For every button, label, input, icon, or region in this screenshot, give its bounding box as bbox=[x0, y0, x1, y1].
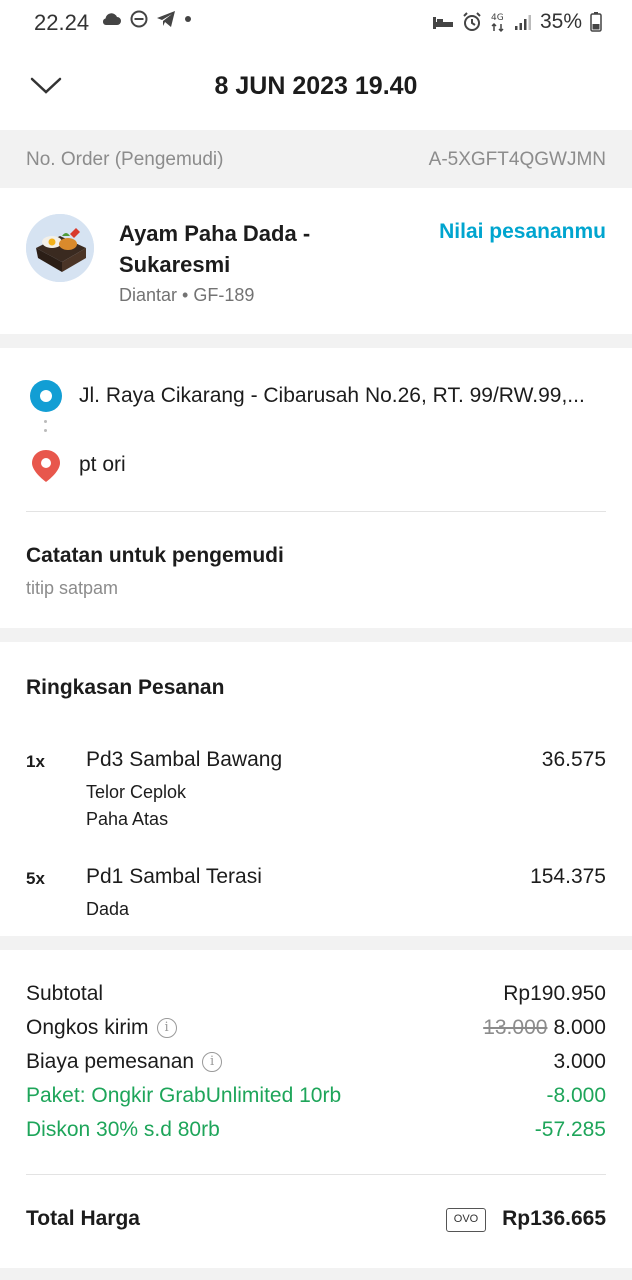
route-card: Jl. Raya Cikarang - Cibarusah No.26, RT.… bbox=[0, 348, 632, 628]
merchant-name: Ayam Paha Dada - Sukaresmi bbox=[119, 221, 311, 277]
driver-note-text: titip satpam bbox=[26, 578, 119, 598]
subtotal-value: Rp190.950 bbox=[503, 982, 606, 1005]
delivery-fee-original: 13.000 bbox=[483, 1016, 548, 1039]
subtotal-label: Subtotal bbox=[26, 982, 104, 1005]
driver-note-title: Catatan untuk pengemudi bbox=[26, 544, 284, 567]
item-name: Pd1 Sambal Terasi bbox=[86, 865, 262, 888]
order-fee-label: Biaya pemesanan bbox=[26, 1050, 195, 1073]
merchant-avatar bbox=[26, 214, 94, 282]
delivery-fee-value-group: 13.000 8.000 bbox=[483, 1016, 606, 1040]
subtotal-row: Subtotal Rp190.950 bbox=[26, 982, 606, 1012]
item-option: Paha Atas bbox=[86, 809, 169, 829]
total-value: Rp136.665 bbox=[502, 1207, 606, 1230]
package-discount-row: Paket: Ongkir GrabUnlimited 10rb -8.000 bbox=[26, 1084, 606, 1114]
battery-icon bbox=[590, 12, 602, 32]
order-fee-value: 3.000 bbox=[553, 1050, 606, 1073]
item-price: 36.575 bbox=[541, 748, 606, 771]
status-left-icons bbox=[100, 10, 192, 28]
pickup-pin-icon bbox=[30, 380, 62, 412]
merchant-card: Ayam Paha Dada - Sukaresmi Diantar • GF-… bbox=[0, 188, 632, 334]
dropoff-address: pt ori bbox=[79, 453, 126, 476]
order-status: Diantar • GF-189 bbox=[119, 285, 255, 305]
package-discount-label: Paket: Ongkir GrabUnlimited 10rb bbox=[26, 1084, 342, 1107]
telegram-icon bbox=[157, 11, 175, 27]
food-box-icon bbox=[26, 214, 94, 282]
mobile-data-icon: 4G bbox=[491, 13, 504, 33]
order-summary-title: Ringkasan Pesanan bbox=[26, 676, 225, 699]
cloud-icon bbox=[102, 13, 121, 25]
delivery-fee-row: Ongkos kirim i 13.000 8.000 bbox=[26, 1016, 606, 1046]
order-number-value: A-5XGFT4QGWJMN bbox=[428, 149, 606, 170]
delivery-fee-label: Ongkos kirim bbox=[26, 1016, 149, 1039]
status-bar: 22.24 4G 35% bbox=[0, 0, 632, 44]
alarm-icon bbox=[463, 12, 481, 31]
item-option: Dada bbox=[86, 899, 130, 919]
sleep-mode-icon bbox=[432, 17, 453, 29]
do-not-disturb-icon bbox=[130, 10, 148, 28]
order-number-bar: No. Order (Pengemudi) A-5XGFT4QGWJMN bbox=[0, 132, 632, 188]
item-option: Telor Ceplok bbox=[86, 782, 187, 802]
item-quantity: 1x bbox=[26, 752, 45, 771]
battery-percent: 35% bbox=[539, 10, 582, 33]
discount-value: -57.285 bbox=[534, 1118, 606, 1141]
order-summary-card: Ringkasan Pesanan 1x Pd3 Sambal Bawang 3… bbox=[0, 642, 632, 936]
order-number-label: No. Order (Pengemudi) bbox=[26, 149, 224, 170]
notification-dot-icon bbox=[185, 16, 191, 22]
status-right-icons: 4G 35% bbox=[432, 10, 602, 34]
item-price: 154.375 bbox=[530, 865, 606, 888]
delivery-fee-label-group: Ongkos kirim i bbox=[26, 1016, 177, 1040]
discount-label: Diskon 30% s.d 80rb bbox=[26, 1118, 220, 1141]
route-dots bbox=[44, 420, 48, 436]
package-discount-value: -8.000 bbox=[546, 1084, 606, 1107]
order-fee-label-group: Biaya pemesanan i bbox=[26, 1050, 223, 1074]
item-quantity: 5x bbox=[26, 869, 45, 888]
discount-row: Diskon 30% s.d 80rb -57.285 bbox=[26, 1118, 606, 1148]
order-fee-row: Biaya pemesanan i 3.000 bbox=[26, 1050, 606, 1080]
page-title: 8 JUN 2023 19.40 bbox=[214, 72, 418, 100]
divider bbox=[26, 511, 606, 512]
info-icon[interactable]: i bbox=[156, 1018, 177, 1038]
svg-text:4G: 4G bbox=[491, 13, 504, 23]
item-name: Pd3 Sambal Bawang bbox=[86, 748, 283, 771]
dropoff-pin-icon bbox=[32, 450, 60, 482]
rate-order-link[interactable]: Nilai pesananmu bbox=[439, 220, 606, 244]
divider bbox=[26, 1174, 606, 1175]
total-label: Total Harga bbox=[26, 1207, 140, 1230]
status-time: 22.24 bbox=[34, 10, 90, 35]
pickup-address: Jl. Raya Cikarang - Cibarusah No.26, RT.… bbox=[79, 384, 585, 407]
delivery-fee-value: 8.000 bbox=[553, 1016, 606, 1039]
ovo-payment-badge: OVO bbox=[446, 1208, 486, 1232]
signal-icon bbox=[514, 15, 531, 30]
info-icon[interactable]: i bbox=[202, 1052, 223, 1072]
price-breakdown-card: Subtotal Rp190.950 Ongkos kirim i 13.000… bbox=[0, 950, 632, 1268]
header: 8 JUN 2023 19.40 bbox=[0, 44, 632, 130]
